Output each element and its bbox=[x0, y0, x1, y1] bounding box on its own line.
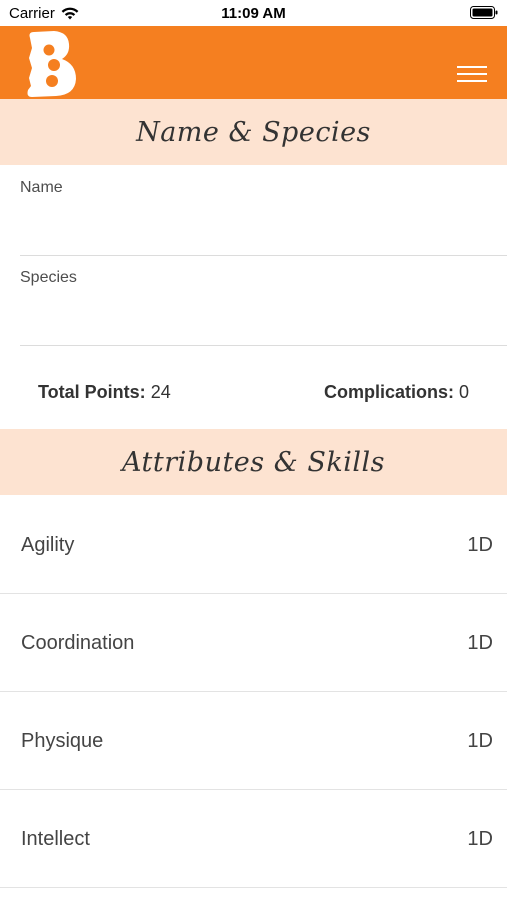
species-field-label: Species bbox=[20, 269, 77, 286]
attribute-dice: 1D bbox=[467, 828, 493, 850]
attribute-dice: 1D bbox=[467, 730, 493, 752]
attribute-row-coordination[interactable]: Coordination 1D bbox=[0, 594, 507, 692]
nav-bar bbox=[0, 26, 507, 99]
attribute-name: Intellect bbox=[21, 828, 90, 850]
name-input[interactable] bbox=[20, 205, 490, 241]
complications-label: Complications: bbox=[323, 382, 454, 402]
complications: Complications: 0 bbox=[324, 382, 469, 403]
attribute-row-physique[interactable]: Physique 1D bbox=[0, 692, 507, 790]
hamburger-menu-icon[interactable] bbox=[457, 66, 487, 86]
attribute-name: Coordination bbox=[21, 632, 135, 654]
total-points-value: 24 bbox=[150, 382, 171, 402]
attribute-row-intellect[interactable]: Intellect 1D bbox=[0, 790, 507, 888]
section-header-name-species: Name & Species bbox=[0, 99, 507, 165]
status-time: 11:09 AM bbox=[221, 5, 286, 22]
species-field: Species bbox=[20, 255, 507, 346]
b-logo-icon[interactable] bbox=[24, 28, 82, 98]
name-field: Name bbox=[20, 165, 507, 256]
total-points-label: Total Points: bbox=[38, 382, 146, 402]
attribute-row-agility[interactable]: Agility 1D bbox=[0, 496, 507, 594]
attribute-name: Physique bbox=[21, 730, 104, 752]
character-sheet-screen: Carrier 11:09 AM Name & Species Name Spe… bbox=[0, 0, 507, 900]
total-points: Total Points: 24 bbox=[38, 382, 171, 403]
attribute-dice: 1D bbox=[467, 534, 493, 556]
battery-icon bbox=[470, 6, 498, 19]
attribute-dice: 1D bbox=[467, 632, 493, 654]
complications-value: 0 bbox=[458, 382, 469, 402]
name-field-label: Name bbox=[20, 179, 63, 196]
species-input[interactable] bbox=[20, 295, 490, 331]
section-header-attributes-skills: Attributes & Skills bbox=[0, 429, 507, 495]
attribute-name: Agility bbox=[21, 534, 75, 556]
status-bar: Carrier 11:09 AM bbox=[0, 0, 507, 26]
points-summary: Total Points: 24 Complications: 0 bbox=[0, 370, 507, 416]
